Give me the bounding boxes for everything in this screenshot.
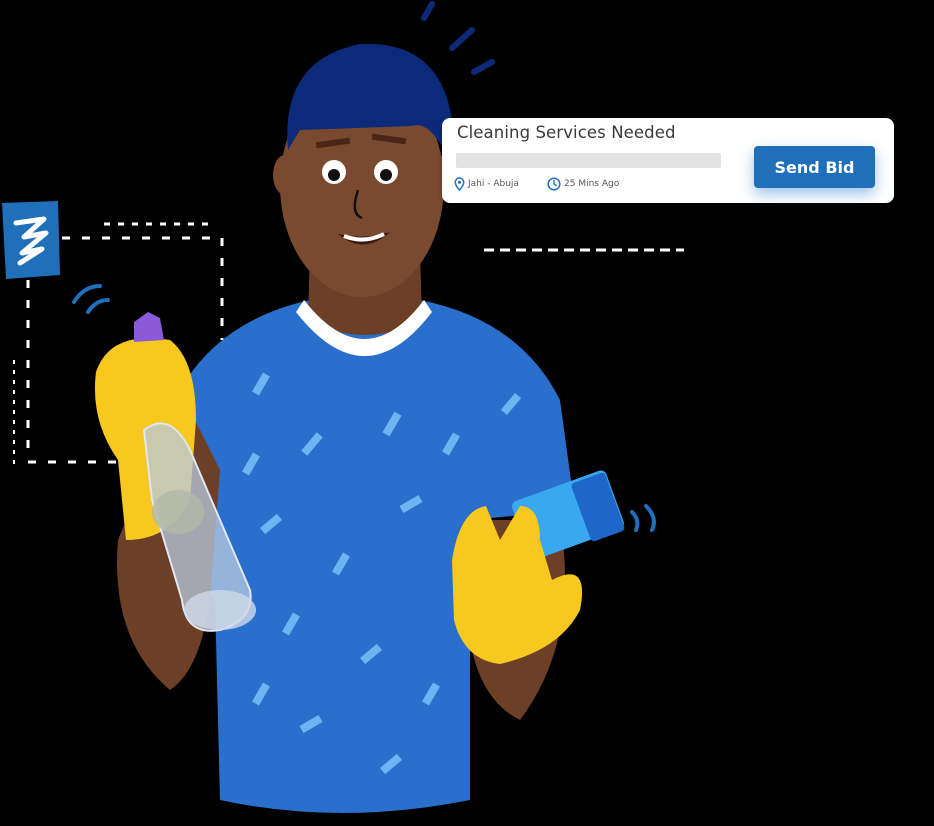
job-time-text: 25 Mins Ago bbox=[564, 179, 620, 189]
send-bid-button[interactable]: Send Bid bbox=[754, 146, 875, 188]
job-location-text: Jahi - Abuja bbox=[468, 179, 519, 189]
job-location: Jahi - Abuja bbox=[454, 177, 519, 191]
motion-marks-decoration bbox=[421, 1, 495, 75]
job-description-placeholder bbox=[456, 153, 721, 168]
job-request-card: Cleaning Services Needed Jahi - Abuja 25… bbox=[442, 118, 894, 203]
job-title: Cleaning Services Needed bbox=[457, 123, 676, 142]
job-time-posted: 25 Mins Ago bbox=[547, 177, 619, 191]
hero-illustration-stage: Cleaning Services Needed Jahi - Abuja 25… bbox=[0, 0, 934, 826]
clock-icon bbox=[547, 177, 561, 191]
ear-left bbox=[273, 155, 297, 195]
lightning-logo-icon bbox=[2, 201, 60, 279]
map-pin-icon bbox=[454, 177, 465, 191]
